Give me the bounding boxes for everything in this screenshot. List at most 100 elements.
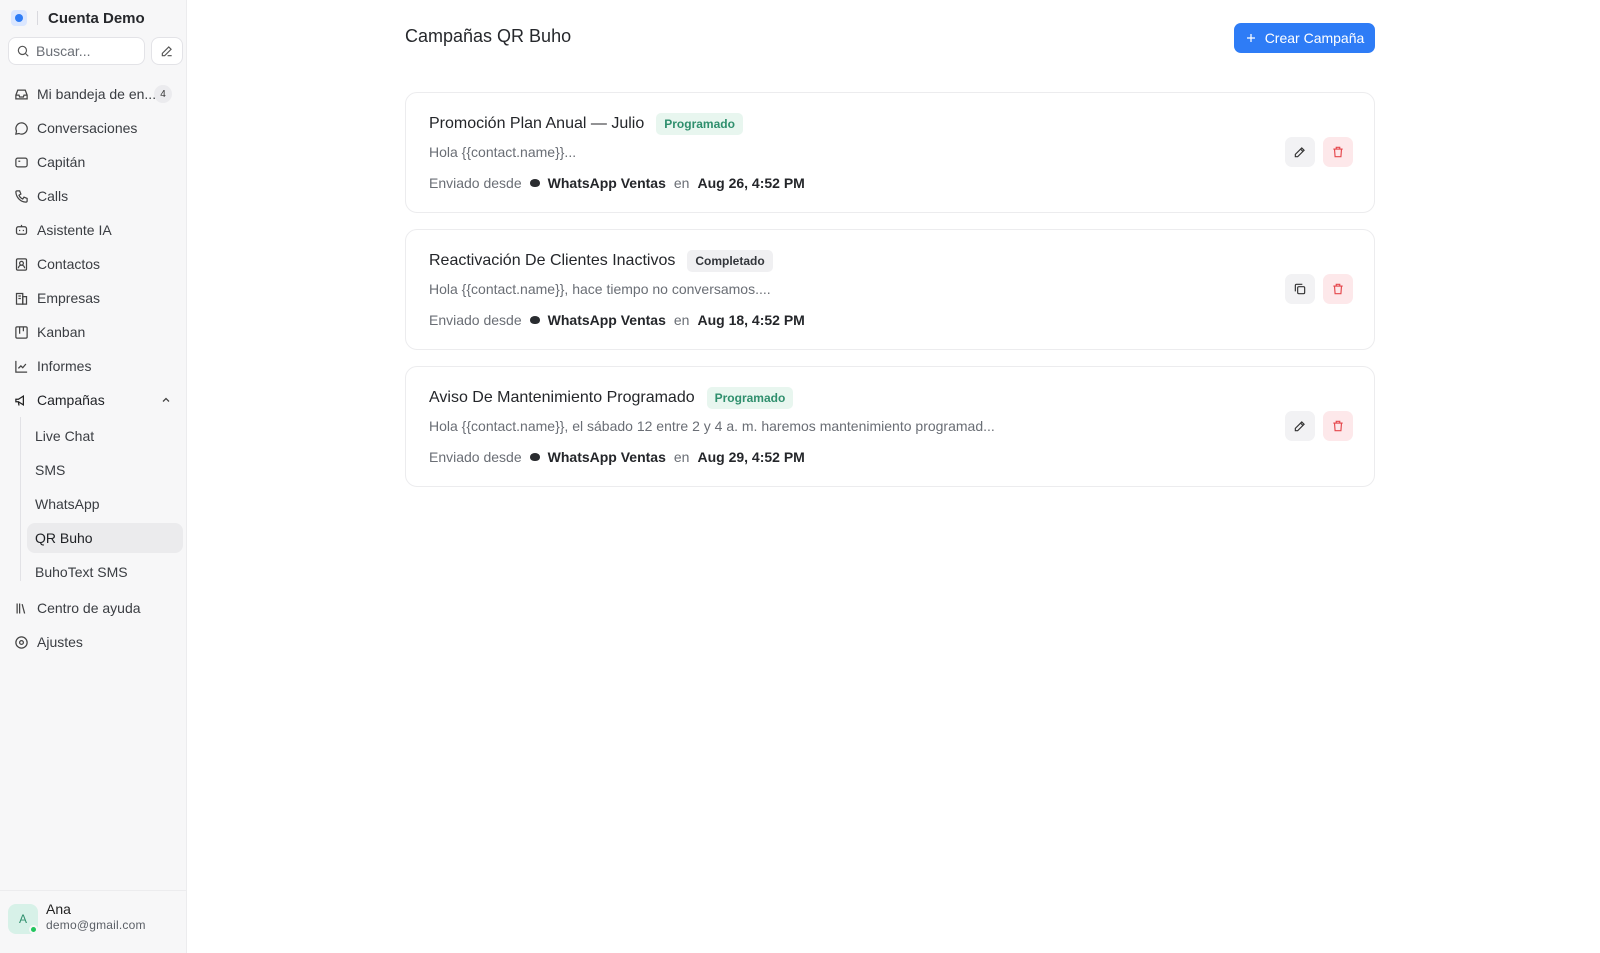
sidebar-item-label: Campañas bbox=[37, 392, 105, 408]
inbox-icon bbox=[15, 89, 28, 99]
chevron-up-icon[interactable] bbox=[160, 394, 172, 406]
copy-icon bbox=[1294, 283, 1306, 295]
search-field[interactable] bbox=[8, 37, 145, 65]
campaign-title: Aviso De Mantenimiento Programado bbox=[429, 389, 695, 406]
inbox-name: WhatsApp Ventas bbox=[547, 312, 666, 328]
channel-icon bbox=[529, 453, 540, 461]
campaign-card: Aviso De Mantenimiento Programado Progra… bbox=[405, 366, 1375, 487]
kanban-icon bbox=[15, 325, 28, 339]
sidebar-item-kanban[interactable]: Kanban bbox=[8, 318, 180, 346]
sidebar-item-label: Kanban bbox=[37, 324, 86, 340]
channel-icon bbox=[529, 316, 540, 324]
edit-button[interactable] bbox=[1285, 137, 1315, 167]
unread-count-badge: 4 bbox=[154, 85, 172, 103]
sidebar-item-conversations[interactable]: Conversaciones bbox=[8, 114, 180, 142]
sidebar-subitem-label: WhatsApp bbox=[35, 496, 100, 512]
create-campaign-label: Crear Campaña bbox=[1264, 30, 1365, 46]
campaign-card: Reactivación De Clientes Inactivos Compl… bbox=[405, 229, 1375, 350]
sidebar-subitem-live-chat[interactable]: Live Chat bbox=[27, 421, 183, 451]
campaign-message: Hola {{contact.name}}... bbox=[429, 144, 577, 160]
sidebar-item-captain[interactable]: Capitán bbox=[8, 148, 180, 176]
sidebar-subitem-label: SMS bbox=[35, 462, 66, 478]
delete-button[interactable] bbox=[1323, 137, 1353, 167]
on-label: en bbox=[673, 449, 690, 465]
inbox-name: WhatsApp Ventas bbox=[547, 175, 666, 191]
search-input[interactable] bbox=[36, 43, 136, 59]
sidebar-item-label: Mi bandeja de en... bbox=[37, 86, 157, 102]
campaign-title: Promoción Plan Anual — Julio bbox=[429, 115, 645, 132]
sidebar-item-label: Informes bbox=[37, 358, 92, 374]
account-name: Cuenta Demo bbox=[48, 9, 145, 27]
sidebar-item-ai-assistant[interactable]: Asistente IA bbox=[8, 216, 180, 244]
sidebar-subitem-whatsapp[interactable]: WhatsApp bbox=[27, 489, 183, 519]
scheduled-date: Aug 26, 4:52 PM bbox=[697, 175, 805, 191]
on-label: en bbox=[673, 175, 690, 191]
sidebar-item-calls[interactable]: Calls bbox=[8, 182, 180, 210]
plus-icon bbox=[1246, 34, 1255, 42]
sidebar-item-help-center[interactable]: Centro de ayuda bbox=[8, 594, 180, 622]
sent-date: Aug 18, 4:52 PM bbox=[697, 312, 805, 328]
sidebar-subitem-sms[interactable]: SMS bbox=[27, 455, 183, 485]
sidebar-item-inbox[interactable]: Mi bandeja de en... 4 bbox=[8, 80, 180, 108]
edit-button[interactable] bbox=[1285, 411, 1315, 441]
chart-line-icon bbox=[15, 360, 28, 373]
captain-icon bbox=[15, 157, 28, 167]
sidebar-item-label: Empresas bbox=[37, 290, 101, 306]
sidebar-item-label: Contactos bbox=[37, 256, 101, 272]
sidebar-subitem-qr-buho[interactable]: QR Buho bbox=[27, 523, 183, 553]
delete-button[interactable] bbox=[1323, 411, 1353, 441]
sidebar-item-contacts[interactable]: Contactos bbox=[8, 250, 180, 278]
sidebar-item-label: Ajustes bbox=[37, 634, 83, 650]
sidebar-item-reports[interactable]: Informes bbox=[8, 352, 180, 380]
sent-from-label: Enviado desde bbox=[429, 449, 522, 465]
scheduled-date: Aug 29, 4:52 PM bbox=[697, 449, 805, 465]
building-icon bbox=[15, 292, 28, 305]
create-campaign-button[interactable]: Crear Campaña bbox=[1234, 23, 1375, 53]
search-icon bbox=[17, 45, 29, 57]
sent-from-label: Enviado desde bbox=[429, 175, 522, 191]
sidebar-subitem-label: Live Chat bbox=[35, 428, 95, 444]
campaign-title: Reactivación De Clientes Inactivos bbox=[429, 252, 676, 269]
submenu-guide-line bbox=[20, 417, 21, 581]
status-badge: Programado bbox=[706, 387, 794, 409]
sidebar-subitem-label: QR Buho bbox=[35, 530, 93, 546]
library-icon bbox=[16, 603, 26, 614]
campaign-card: Promoción Plan Anual — Julio Programado … bbox=[405, 92, 1375, 213]
trash-icon bbox=[1333, 283, 1343, 295]
contacts-icon bbox=[15, 257, 28, 271]
sidebar-subitem-buhotext-sms[interactable]: BuhoText SMS bbox=[27, 557, 183, 587]
page-title: Campañas QR Buho bbox=[405, 26, 572, 46]
trash-icon bbox=[1333, 420, 1343, 432]
sidebar-subitem-label: BuhoText SMS bbox=[35, 564, 128, 580]
on-label: en bbox=[673, 312, 690, 328]
pencil-square-icon bbox=[161, 46, 172, 57]
account-switcher[interactable]: Cuenta Demo bbox=[11, 8, 145, 28]
sidebar-item-companies[interactable]: Empresas bbox=[8, 284, 180, 312]
status-badge: Completado bbox=[687, 250, 773, 272]
delete-button[interactable] bbox=[1323, 274, 1353, 304]
divider bbox=[37, 11, 38, 25]
chat-bubble-icon bbox=[15, 121, 28, 135]
sidebar-item-label: Calls bbox=[37, 188, 69, 204]
online-status-dot bbox=[29, 925, 38, 934]
settings-icon bbox=[15, 635, 28, 649]
channel-icon bbox=[529, 179, 540, 187]
sidebar-item-label: Asistente IA bbox=[37, 222, 112, 238]
campaign-message: Hola {{contact.name}}, hace tiempo no co… bbox=[429, 281, 771, 297]
sidebar-item-label: Centro de ayuda bbox=[37, 600, 141, 616]
duplicate-button[interactable] bbox=[1285, 274, 1315, 304]
trash-icon bbox=[1333, 146, 1343, 158]
megaphone-icon bbox=[15, 394, 24, 406]
phone-icon bbox=[15, 189, 28, 203]
campaign-message: Hola {{contact.name}}, el sábado 12 entr… bbox=[429, 418, 995, 434]
user-email: demo@gmail.com bbox=[46, 918, 146, 932]
compose-button[interactable] bbox=[151, 37, 183, 65]
pencil-icon bbox=[1294, 147, 1305, 158]
sidebar-item-campaigns[interactable]: Campañas bbox=[8, 386, 180, 414]
pencil-icon bbox=[1294, 421, 1305, 432]
sidebar-item-settings[interactable]: Ajustes bbox=[8, 628, 180, 656]
user-name: Ana bbox=[46, 901, 71, 917]
bot-icon bbox=[15, 224, 28, 235]
inbox-name: WhatsApp Ventas bbox=[547, 449, 666, 465]
sidebar: Cuenta Demo Mi bandeja de en... 4 Conver… bbox=[0, 0, 187, 953]
